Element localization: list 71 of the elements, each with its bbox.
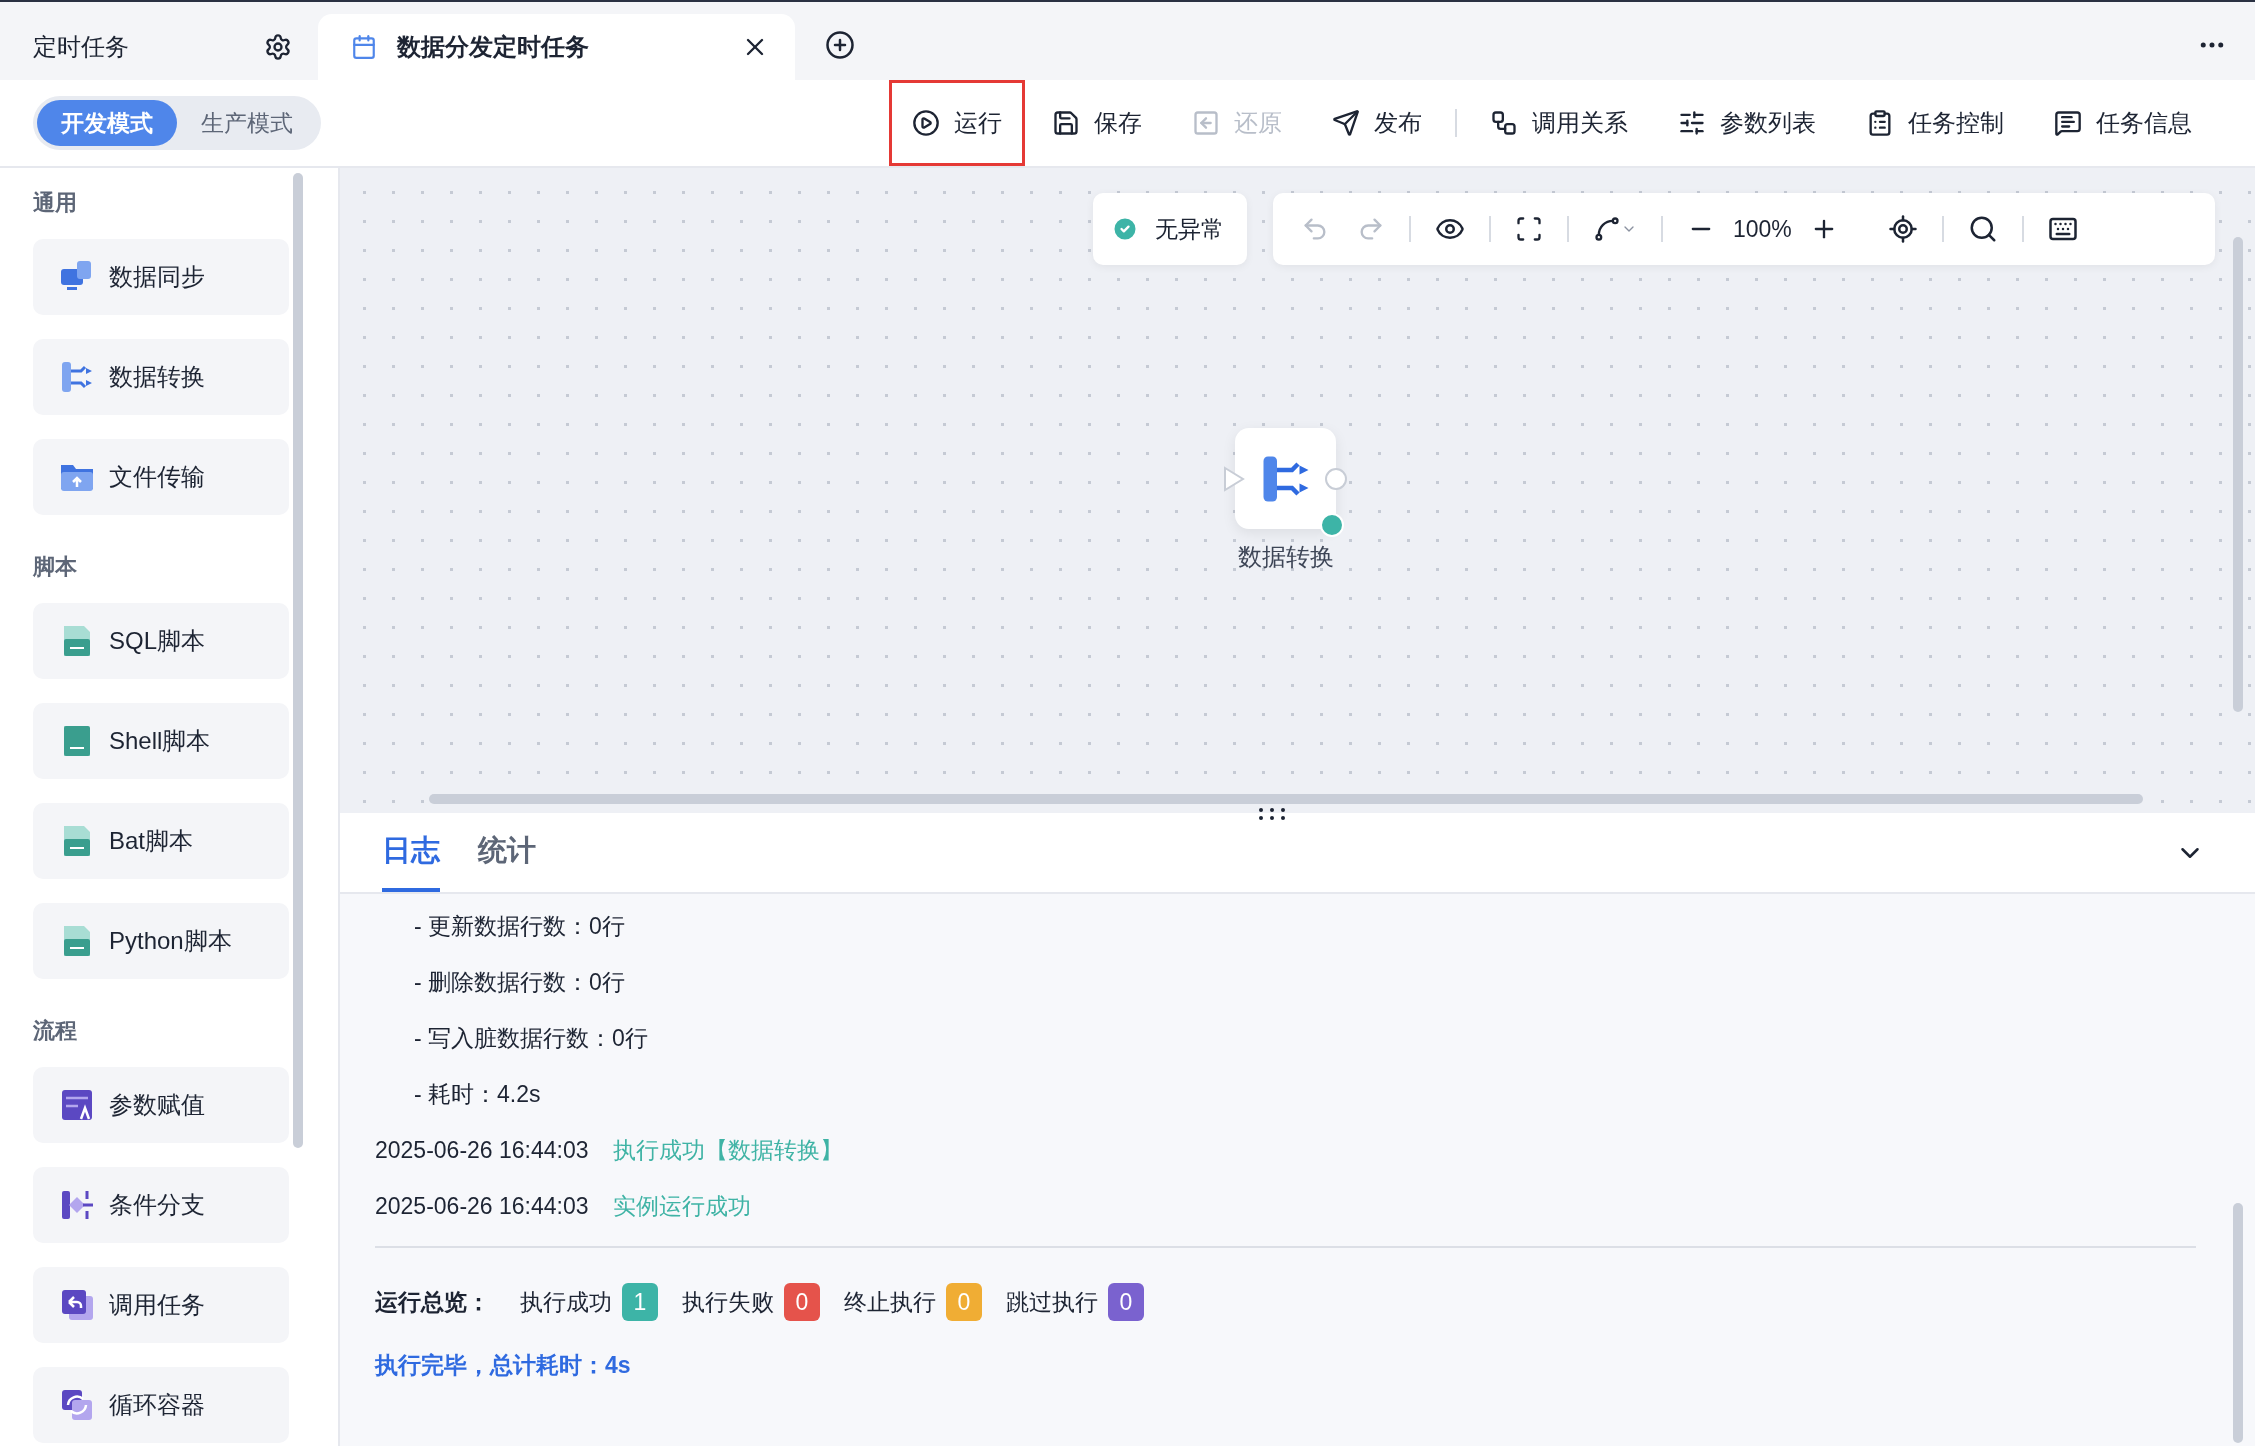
restore-icon: [1192, 109, 1220, 137]
sidebar-item[interactable]: SQL脚本: [33, 603, 289, 679]
loop-arrows-icon: [59, 1387, 95, 1423]
sidebar-item[interactable]: Bat脚本: [33, 803, 289, 879]
mode-button[interactable]: 生产模式: [177, 100, 317, 146]
log-line: - 写入脏数据行数：0行: [413, 1023, 649, 1053]
sliders-icon: [1678, 109, 1706, 137]
sidebar-item[interactable]: Shell脚本: [33, 703, 289, 779]
sidebar-item[interactable]: 数据转换: [33, 339, 289, 415]
group-title: 流程: [33, 1017, 78, 1045]
message-icon: [2054, 109, 2082, 137]
tab[interactable]: 数据分发定时任务: [318, 14, 795, 80]
toolbar-button[interactable]: 任务信息: [2031, 80, 2215, 166]
drag-handle-icon[interactable]: [1257, 807, 1287, 821]
status-card: 无异常: [1093, 193, 1247, 265]
toolbar-button[interactable]: 发布: [1309, 80, 1445, 166]
locate-icon[interactable]: [1887, 214, 1918, 244]
count-badge: 0: [1108, 1283, 1144, 1321]
log-message: 实例运行成功: [612, 1191, 751, 1221]
toolbar-button[interactable]: 运行: [889, 80, 1025, 166]
mode-button[interactable]: 开发模式: [37, 100, 177, 146]
settings-icon[interactable]: [264, 33, 292, 61]
calendar-icon: [351, 34, 377, 60]
log-time: 2025-06-26 16:44:03: [375, 1192, 589, 1220]
zoom-level: 100%: [1733, 215, 1792, 243]
count-label: 跳过执行: [1006, 1287, 1098, 1317]
sidebar-item[interactable]: 循环容器: [33, 1367, 289, 1443]
check-icon: [1111, 215, 1139, 243]
count-badge: 0: [946, 1283, 982, 1321]
count-badge: 0: [784, 1283, 820, 1321]
toolbar-button[interactable]: 保存: [1029, 80, 1165, 166]
sidebar-item[interactable]: 数据同步: [33, 239, 289, 315]
count-label: 执行失败: [682, 1287, 774, 1317]
log-line: - 耗时：4.2s: [413, 1079, 542, 1109]
group-title: 通用: [33, 189, 78, 217]
log-time: 2025-06-26 16:44:03: [375, 1136, 589, 1164]
send-icon: [1332, 109, 1360, 137]
flow-icon: [1490, 109, 1518, 137]
group-title: 脚本: [33, 553, 78, 581]
sidebar-item[interactable]: 参数赋值: [33, 1067, 289, 1143]
scrollbar[interactable]: [429, 794, 2143, 804]
log-tab[interactable]: 统计: [478, 814, 536, 892]
count-label: 执行成功: [520, 1287, 612, 1317]
input-port-icon: [1223, 466, 1245, 492]
frame-icon[interactable]: [1515, 215, 1543, 243]
sidebar-item[interactable]: 条件分支: [33, 1167, 289, 1243]
log-message: 执行成功【数据转换】: [612, 1135, 843, 1165]
sidebar-item[interactable]: 调用任务: [33, 1267, 289, 1343]
return-arrow-icon: [59, 1287, 95, 1323]
scrollbar[interactable]: [2233, 237, 2243, 712]
add-tab-icon[interactable]: [825, 30, 855, 60]
sliders-icon: [59, 1087, 95, 1123]
log-line: - 删除数据行数：0行: [413, 967, 626, 997]
save-icon: [1052, 109, 1080, 137]
count-badge: 1: [622, 1283, 658, 1321]
count-label: 终止执行: [844, 1287, 936, 1317]
toolbar-button[interactable]: 任务控制: [1843, 80, 2027, 166]
scrollbar[interactable]: [293, 173, 303, 1148]
log-tab[interactable]: 日志: [382, 814, 440, 892]
summary-label: 运行总览：: [375, 1287, 490, 1317]
scrollbar[interactable]: [2233, 1203, 2243, 1443]
log-line: - 更新数据行数：0行: [413, 911, 626, 941]
tab[interactable]: 定时任务: [0, 14, 318, 80]
flow-node[interactable]: [1235, 428, 1336, 529]
node-label: 数据转换: [1237, 542, 1334, 572]
toolbar-button[interactable]: 参数列表: [1655, 80, 1839, 166]
play-icon: [912, 109, 940, 137]
sidebar-item[interactable]: 文件传输: [33, 439, 289, 515]
toolbar-button[interactable]: 调用关系: [1467, 80, 1651, 166]
sidebar-item[interactable]: Python脚本: [33, 903, 289, 979]
completion-message: 执行完毕，总计耗时：4s: [375, 1351, 632, 1380]
